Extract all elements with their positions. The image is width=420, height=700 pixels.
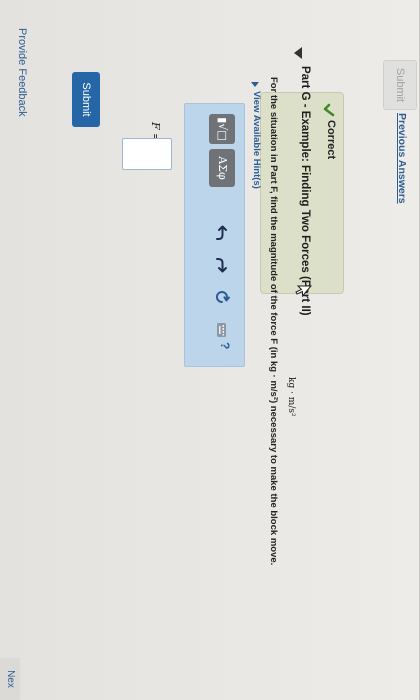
assignment-page: Submit Previous Answers Correct Provide …: [0, 0, 420, 700]
redo-icon[interactable]: [214, 257, 230, 273]
help-icon[interactable]: ?: [218, 342, 232, 349]
provide-feedback-link[interactable]: Provide Feedback: [16, 28, 28, 117]
hints-caret-icon: [251, 82, 259, 87]
submit-button[interactable]: Submit: [72, 72, 100, 127]
correct-label: Correct: [325, 120, 337, 160]
submit-button-disabled[interactable]: Submit: [383, 60, 417, 110]
undo-icon[interactable]: [214, 225, 230, 241]
next-button[interactable]: Nex: [0, 658, 20, 700]
mouse-cursor-icon: [295, 285, 312, 298]
check-icon: [323, 103, 335, 117]
keyboard-icon[interactable]: [214, 322, 230, 338]
math-toolbar: ▮√□ ΑΣφ ?: [184, 103, 245, 367]
collapse-caret-icon[interactable]: [294, 47, 302, 59]
answer-input[interactable]: [122, 138, 172, 170]
greek-symbols-button[interactable]: ΑΣφ: [209, 149, 235, 187]
templates-button[interactable]: ▮√□: [209, 114, 235, 144]
reset-icon[interactable]: [214, 289, 230, 305]
unit-label: kg · m/s²: [286, 377, 296, 417]
previous-answers-link[interactable]: Previous Answers: [396, 113, 408, 204]
part-title[interactable]: Part G - Example: Finding Two Forces (Pa…: [299, 66, 311, 316]
view-hints-link[interactable]: View Available Hint(s): [251, 91, 262, 189]
question-instructions: For the situation in Part F, find the ma…: [268, 77, 279, 566]
